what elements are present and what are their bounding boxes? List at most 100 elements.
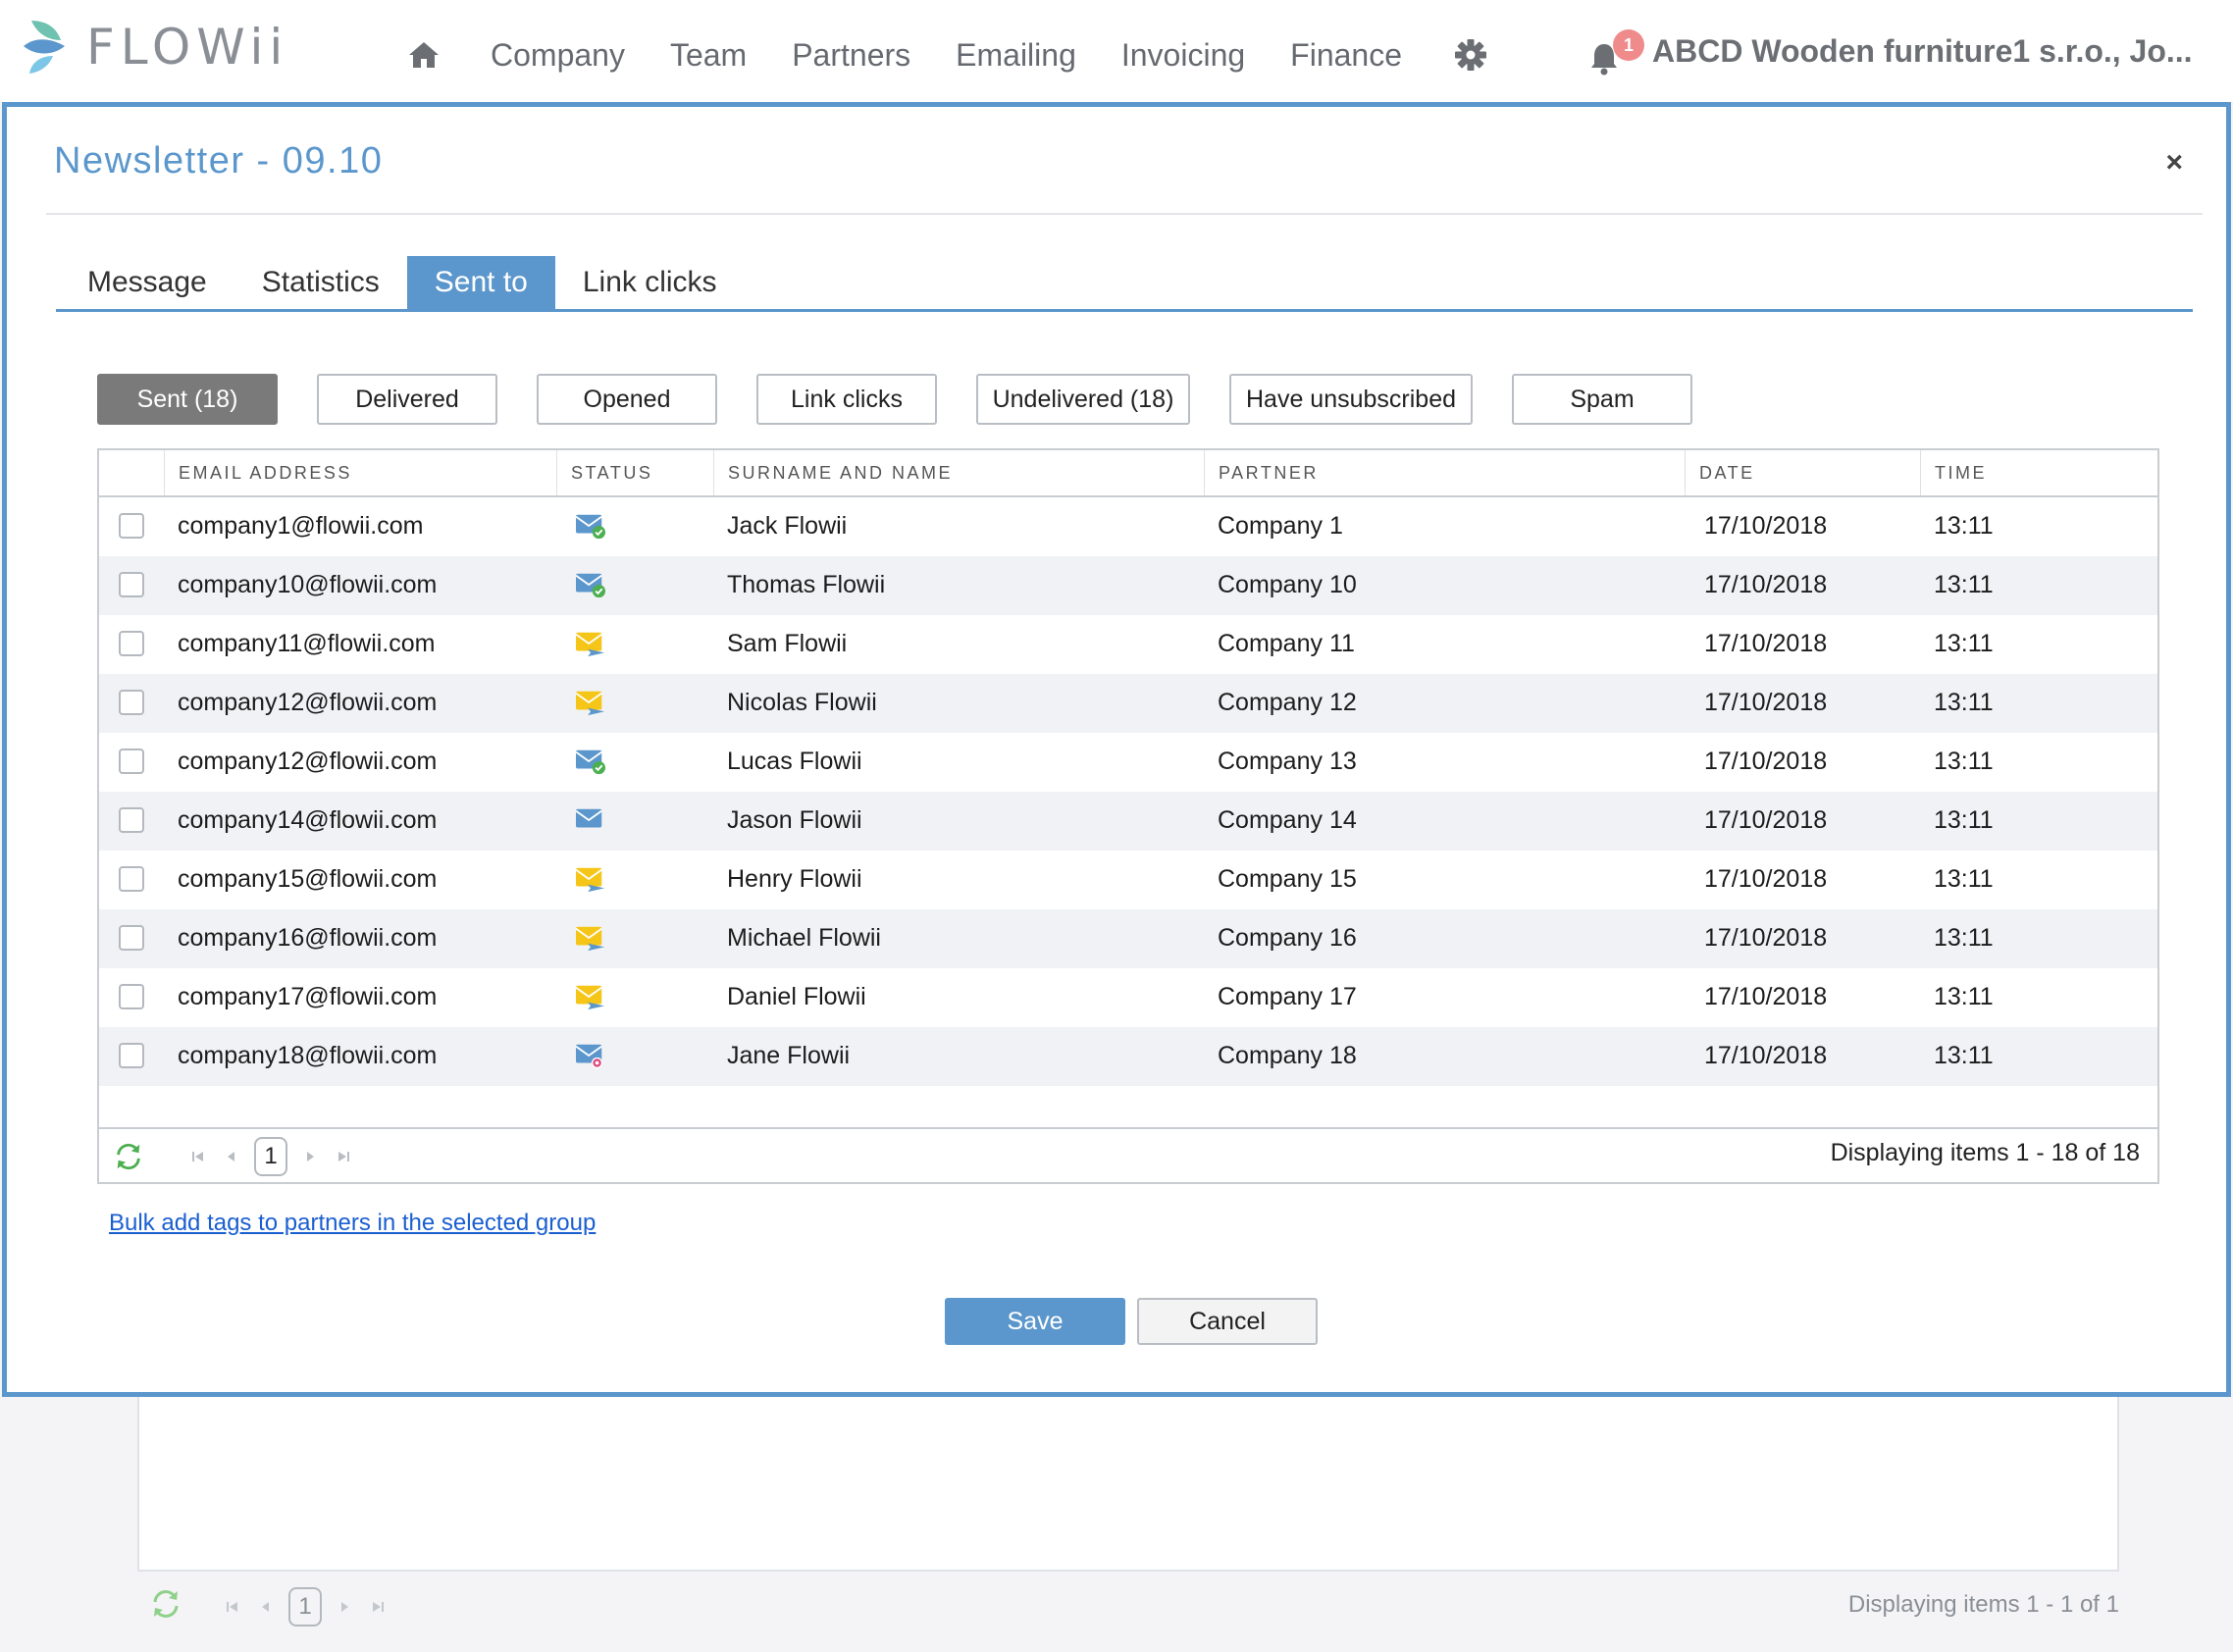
title-divider (46, 213, 2203, 215)
table-row[interactable]: company16@flowii.com Michael Flowii Compan… (99, 909, 2157, 968)
next-page-icon[interactable] (293, 1140, 327, 1173)
tabs-underline (56, 309, 2193, 312)
email-cell: company2@flowii.com (178, 1086, 423, 1100)
row-checkbox[interactable] (119, 925, 144, 951)
nav-item-team[interactable]: Team (670, 37, 747, 74)
filter-unsubscribed-button[interactable]: Have unsubscribed (1229, 374, 1473, 425)
name-cell: Angie Flowii (727, 1086, 859, 1100)
home-icon[interactable] (404, 35, 443, 75)
table-row[interactable]: company2@flowii.com Angie Flowii Company 2… (99, 1086, 2157, 1100)
gear-icon[interactable] (1451, 35, 1490, 75)
newsletter-modal: Newsletter - 09.10 × Message Statistics … (2, 102, 2231, 1397)
table-row[interactable]: company15@flowii.com Henry Flowii Company … (99, 851, 2157, 909)
date-cell: 17/10/2018 (1704, 865, 1828, 893)
status-delivered-icon (575, 573, 605, 598)
tab-sent-to[interactable]: Sent to (406, 256, 555, 309)
background-panel (137, 1393, 2119, 1572)
row-checkbox[interactable] (119, 749, 144, 774)
time-cell: 13:11 (1934, 806, 1994, 834)
flowii-logo[interactable]: FLOWii (22, 16, 288, 78)
table-body: company1@flowii.com Jack Flowii Company 11… (99, 497, 2157, 1100)
flowii-logo-icon (24, 21, 65, 74)
status-sent-icon (575, 985, 605, 1010)
save-button[interactable]: Save (945, 1298, 1125, 1345)
status-delivered-icon (575, 749, 605, 775)
page-number-input[interactable]: 1 (288, 1587, 322, 1626)
status-sent-icon (575, 867, 605, 893)
first-page-icon[interactable] (182, 1140, 215, 1173)
filter-link-clicks-button[interactable]: Link clicks (756, 374, 937, 425)
table-row[interactable]: company11@flowii.com Sam Flowii Company 11… (99, 615, 2157, 674)
table-row[interactable]: company14@flowii.com Jason Flowii Company … (99, 792, 2157, 851)
background-pager-controls: 1 (216, 1587, 394, 1626)
row-checkbox[interactable] (119, 631, 144, 656)
refresh-icon[interactable] (113, 1141, 144, 1177)
prev-page-icon[interactable] (249, 1590, 283, 1624)
header-email[interactable]: EMAIL ADDRESS (164, 450, 556, 495)
nav-item-finance[interactable]: Finance (1290, 37, 1402, 74)
status-delivered-icon (575, 514, 605, 540)
partner-cell: Company 17 (1218, 983, 1357, 1010)
nav-item-emailing[interactable]: Emailing (956, 37, 1076, 74)
table-row[interactable]: company18@flowii.com Jane Flowii Company 1… (99, 1027, 2157, 1086)
status-error-icon (575, 1044, 603, 1069)
nav-item-partners[interactable]: Partners (792, 37, 910, 74)
nav-item-company[interactable]: Company (491, 37, 625, 74)
row-checkbox[interactable] (119, 572, 144, 597)
last-page-icon[interactable] (361, 1590, 394, 1624)
partner-cell: Company 15 (1218, 865, 1357, 893)
row-checkbox[interactable] (119, 866, 144, 892)
row-checkbox[interactable] (119, 807, 144, 833)
status-sent-icon (575, 691, 605, 716)
refresh-icon[interactable] (149, 1587, 182, 1626)
close-icon[interactable]: × (2165, 146, 2183, 180)
bulk-add-tags-link[interactable]: Bulk add tags to partners in the selecte… (109, 1210, 596, 1237)
tab-link-clicks[interactable]: Link clicks (555, 256, 745, 309)
company-switcher[interactable]: ABCD Wooden furniture1 s.r.o., Jo... (1652, 33, 2193, 70)
filter-spam-button[interactable]: Spam (1512, 374, 1692, 425)
header-date[interactable]: DATE (1685, 450, 1920, 495)
date-cell: 17/10/2018 (1704, 571, 1828, 598)
table-row[interactable]: company1@flowii.com Jack Flowii Company 1 1… (99, 497, 2157, 556)
table-row[interactable]: company12@flowii.com Lucas Flowii Company … (99, 733, 2157, 792)
tab-statistics[interactable]: Statistics (234, 256, 407, 309)
date-cell: 17/10/2018 (1704, 1042, 1828, 1069)
filter-undelivered-button[interactable]: Undelivered (18) (976, 374, 1190, 425)
row-checkbox[interactable] (119, 690, 144, 715)
nav-item-invoicing[interactable]: Invoicing (1121, 37, 1245, 74)
header-partner[interactable]: PARTNER (1204, 450, 1685, 495)
date-cell: 17/10/2018 (1704, 983, 1828, 1010)
filter-opened-button[interactable]: Opened (537, 374, 717, 425)
email-cell: company17@flowii.com (178, 983, 438, 1010)
next-page-icon[interactable] (328, 1590, 361, 1624)
prev-page-icon[interactable] (215, 1140, 248, 1173)
cancel-button[interactable]: Cancel (1137, 1298, 1318, 1345)
last-page-icon[interactable] (327, 1140, 360, 1173)
name-cell: Thomas Flowii (727, 571, 886, 598)
row-checkbox[interactable] (119, 984, 144, 1009)
background-pager: 1 Displaying items 1 - 1 of 1 (137, 1581, 2119, 1630)
header-name[interactable]: SURNAME AND NAME (713, 450, 1204, 495)
row-checkbox[interactable] (119, 1043, 144, 1068)
header-status[interactable]: STATUS (556, 450, 713, 495)
page-number-input[interactable]: 1 (254, 1137, 287, 1176)
table-row[interactable]: company17@flowii.com Daniel Flowii Company… (99, 968, 2157, 1027)
date-cell: 17/10/2018 (1704, 748, 1828, 775)
partner-cell: Company 10 (1218, 571, 1357, 598)
date-cell: 17/10/2018 (1704, 924, 1828, 952)
filter-sent-button[interactable]: Sent (18) (97, 374, 278, 425)
name-cell: Jason Flowii (727, 806, 862, 834)
first-page-icon[interactable] (216, 1590, 249, 1624)
notifications-bell[interactable]: 1 (1589, 29, 1644, 78)
name-cell: Nicolas Flowii (727, 689, 877, 716)
tab-message[interactable]: Message (56, 256, 234, 309)
header-time[interactable]: TIME (1920, 450, 2159, 495)
filter-delivered-button[interactable]: Delivered (317, 374, 497, 425)
time-cell: 13:11 (1934, 571, 1994, 598)
row-checkbox[interactable] (119, 513, 144, 539)
table-row[interactable]: company10@flowii.com Thomas Flowii Company… (99, 556, 2157, 615)
partner-cell: Company 13 (1218, 748, 1357, 775)
table-row[interactable]: company12@flowii.com Nicolas Flowii Compan… (99, 674, 2157, 733)
time-cell: 13:11 (1934, 865, 1994, 893)
time-cell: 13:11 (1934, 630, 1994, 657)
